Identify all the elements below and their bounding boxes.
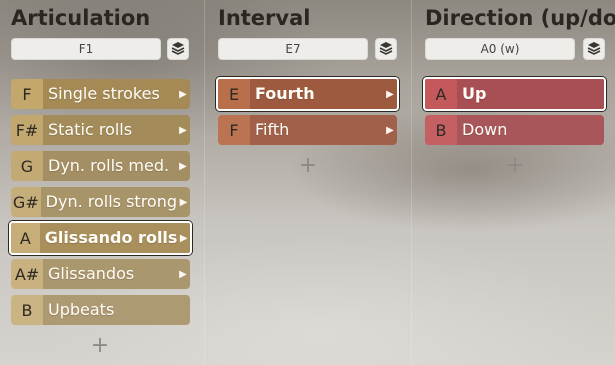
interval-item-fourth[interactable]: E Fourth ▶ xyxy=(216,77,399,111)
layers-icon xyxy=(171,40,185,59)
item-label: Single strokes xyxy=(43,79,176,109)
item-key: B xyxy=(425,115,457,145)
item-label: Glissandos xyxy=(43,259,176,289)
articulation-key-field[interactable]: F1 xyxy=(11,38,161,60)
direction-column: Direction (up/do A0 (w) A Up B Down + xyxy=(411,0,615,365)
articulation-item-dyn-rolls-strong[interactable]: G# Dyn. rolls strong ▶ xyxy=(11,187,190,217)
item-label: Upbeats xyxy=(43,295,176,325)
item-key: A# xyxy=(11,259,43,289)
chevron-right-icon xyxy=(176,295,190,325)
articulation-item-glissando-rolls[interactable]: A Glissando rolls ▶ xyxy=(9,221,192,255)
item-label: Dyn. rolls strong xyxy=(40,187,178,217)
interval-title: Interval xyxy=(218,6,311,30)
articulation-item-dyn-rolls-med[interactable]: G Dyn. rolls med. ▶ xyxy=(11,151,190,181)
add-direction-button[interactable]: + xyxy=(505,155,525,177)
chevron-right-icon: ▶ xyxy=(176,115,190,145)
chevron-right-icon: ▶ xyxy=(176,79,190,109)
direction-key-field[interactable]: A0 (w) xyxy=(425,38,575,60)
chevron-right-icon: ▶ xyxy=(383,115,397,145)
add-interval-button[interactable]: + xyxy=(298,155,318,177)
articulation-item-static-rolls[interactable]: F# Static rolls ▶ xyxy=(11,115,190,145)
item-key: E xyxy=(218,79,250,109)
chevron-right-icon: ▶ xyxy=(176,259,190,289)
articulation-title: Articulation xyxy=(11,6,151,30)
item-key: G xyxy=(11,151,43,181)
item-label: Glissando rolls xyxy=(39,223,178,253)
chevron-right-icon: ▶ xyxy=(383,79,397,109)
item-key: F# xyxy=(11,115,43,145)
chevron-right-icon xyxy=(590,115,604,145)
articulation-item-glissandos[interactable]: A# Glissandos ▶ xyxy=(11,259,190,289)
chevron-right-icon: ▶ xyxy=(177,223,190,253)
item-label: Up xyxy=(457,79,590,109)
layers-icon xyxy=(379,40,393,59)
direction-item-down[interactable]: B Down xyxy=(425,115,604,145)
chevron-right-icon xyxy=(590,79,604,109)
item-label: Fourth xyxy=(250,79,383,109)
interval-layers-button[interactable] xyxy=(375,38,397,60)
interval-item-fifth[interactable]: F Fifth ▶ xyxy=(218,115,397,145)
interval-key-field[interactable]: E7 xyxy=(218,38,368,60)
item-key: B xyxy=(11,295,43,325)
direction-layers-button[interactable] xyxy=(583,38,605,60)
articulation-column: Articulation F1 F Single strokes ▶ F# St… xyxy=(0,0,203,365)
layers-icon xyxy=(587,40,601,59)
direction-title: Direction (up/do xyxy=(425,6,615,30)
item-key: A xyxy=(11,223,40,253)
item-label: Fifth xyxy=(250,115,383,145)
item-key: G# xyxy=(11,187,41,217)
direction-item-up[interactable]: A Up xyxy=(423,77,606,111)
item-key: A xyxy=(425,79,457,109)
item-label: Down xyxy=(457,115,590,145)
chevron-right-icon: ▶ xyxy=(177,187,190,217)
articulation-item-upbeats[interactable]: B Upbeats xyxy=(11,295,190,325)
item-label: Dyn. rolls med. xyxy=(43,151,176,181)
interval-column: Interval E7 E Fourth ▶ F Fifth ▶ + xyxy=(204,0,410,365)
chevron-right-icon: ▶ xyxy=(176,151,190,181)
add-articulation-button[interactable]: + xyxy=(90,335,110,357)
item-key: F xyxy=(218,115,250,145)
item-key: F xyxy=(11,79,43,109)
item-label: Static rolls xyxy=(43,115,176,145)
articulation-item-single-strokes[interactable]: F Single strokes ▶ xyxy=(11,79,190,109)
articulation-layers-button[interactable] xyxy=(167,38,189,60)
